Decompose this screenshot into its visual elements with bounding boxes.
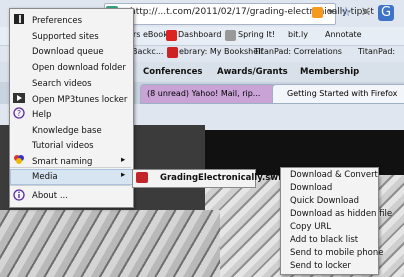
toolbar-awards[interactable]: Awards/Grants xyxy=(217,67,288,77)
bookmark-item[interactable]: rs eBook xyxy=(133,30,168,39)
pen-tablet-icon xyxy=(13,13,25,25)
smart-naming-icon xyxy=(13,153,25,165)
page-icon xyxy=(225,30,236,41)
menu-media[interactable]: Media xyxy=(32,172,58,182)
bookmark-item[interactable]: TitanPad: xyxy=(358,47,395,56)
bookmark-item[interactable]: Spring It! xyxy=(238,30,275,39)
action-send-mobile[interactable]: Send to mobile phone xyxy=(290,248,383,258)
svg-text:?: ? xyxy=(17,109,21,118)
bookmark-star-icon[interactable]: ☆ xyxy=(338,5,354,21)
menu-separator xyxy=(10,167,131,168)
url-dropdown-icon[interactable] xyxy=(328,10,334,14)
tab-getting-started[interactable]: Getting Started with Firefox xyxy=(272,84,404,104)
stop-icon[interactable]: ✕ xyxy=(358,5,374,21)
action-send-locker[interactable]: Send to locker xyxy=(290,261,351,271)
submenu-arrow-icon: ▸ xyxy=(121,155,126,165)
action-download-hidden[interactable]: Download as hidden file xyxy=(290,209,392,219)
help-icon: ? xyxy=(13,107,25,119)
menu-smart-naming[interactable]: Smart naming xyxy=(32,157,92,167)
bookmark-item[interactable]: Annotate xyxy=(325,30,362,39)
menu-knowledge-base[interactable]: Knowledge base xyxy=(32,126,102,136)
menu-separator xyxy=(10,185,131,186)
submenu-arrow-icon: ▸ xyxy=(121,170,126,180)
yahoo-icon xyxy=(166,30,177,41)
media-file-item[interactable]: GradingElectronically.swf xyxy=(160,173,282,183)
action-download[interactable]: Download xyxy=(290,183,332,193)
menu-open-download-folder[interactable]: Open download folder xyxy=(32,63,126,73)
menu-help[interactable]: Help xyxy=(32,110,51,120)
menu-media-highlight[interactable] xyxy=(10,169,134,185)
menu-tutorial-videos[interactable]: Tutorial videos xyxy=(32,141,94,151)
bookmark-item[interactable]: Dashboard xyxy=(178,30,221,39)
action-copy-url[interactable]: Copy URL xyxy=(290,222,331,232)
action-quick-download[interactable]: Quick Download xyxy=(290,196,359,206)
menu-search-videos[interactable]: Search videos xyxy=(32,79,92,89)
keyboard-image xyxy=(0,210,220,277)
toolbar-conferences[interactable]: Conferences xyxy=(143,67,202,77)
menu-download-queue[interactable]: Download queue xyxy=(32,47,104,57)
ebrary-icon xyxy=(167,47,178,58)
menu-open-mp3tunes-locker[interactable]: Open MP3tunes locker xyxy=(32,95,127,105)
menu-supported-sites[interactable]: Supported sites xyxy=(32,32,99,42)
menu-about[interactable]: About ... xyxy=(32,191,68,201)
toolbar-membership[interactable]: Membership xyxy=(300,67,359,77)
tab-yahoo-mail[interactable]: (8 unread) Yahoo! Mail, rip... xyxy=(140,84,276,104)
bookmark-item[interactable]: ebrary: My Bookshelf xyxy=(179,47,263,56)
flash-file-icon xyxy=(136,172,148,183)
bookmark-item[interactable]: TitanPad: Correlations xyxy=(254,47,342,56)
action-add-black-list[interactable]: Add to black list xyxy=(290,235,358,245)
info-icon xyxy=(13,189,25,201)
bookmark-item[interactable]: bit.ly xyxy=(288,30,308,39)
rss-icon[interactable] xyxy=(312,7,323,18)
action-download-convert[interactable]: Download & Convert xyxy=(290,170,378,180)
menu-preferences[interactable]: Preferences xyxy=(32,16,82,26)
mp3tunes-icon xyxy=(13,92,25,104)
bookmark-item[interactable]: Backc... xyxy=(132,47,163,56)
search-engine-icon[interactable]: G xyxy=(378,5,394,21)
